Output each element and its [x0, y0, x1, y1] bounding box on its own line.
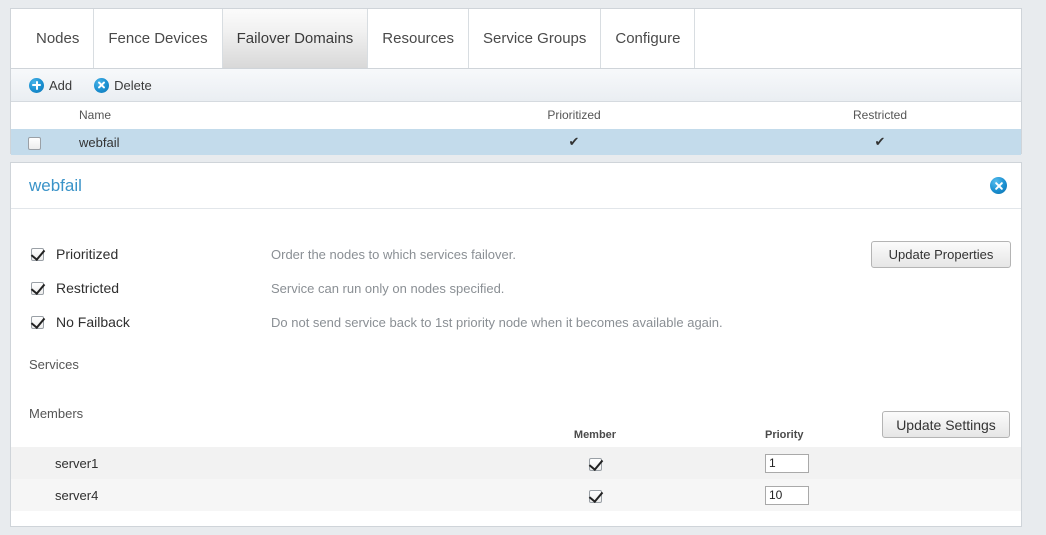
prioritized-description: Order the nodes to which services failov…: [271, 246, 516, 262]
failover-domains-list-panel: Add Delete Name Prioritized Restricted w…: [10, 68, 1022, 155]
header-select: [11, 102, 57, 129]
tab-service-groups[interactable]: Service Groups: [469, 9, 602, 68]
members-header-member: Member: [573, 429, 617, 441]
update-properties-button[interactable]: Update Properties: [871, 241, 1011, 268]
close-circle-icon[interactable]: [990, 177, 1007, 194]
tab-fence-devices[interactable]: Fence Devices: [94, 9, 223, 68]
member-priority-cell[interactable]: [755, 479, 915, 511]
header-restricted: Restricted: [739, 102, 1021, 129]
detail-title: webfail: [29, 175, 82, 195]
option-row-restricted: Restricted Service can run only on nodes…: [11, 271, 1021, 305]
delete-button[interactable]: Delete: [94, 77, 152, 93]
tab-bar-panel: Nodes Fence Devices Failover Domains Res…: [10, 8, 1022, 68]
restricted-checkbox[interactable]: [31, 281, 44, 295]
tab-configure[interactable]: Configure: [601, 9, 696, 68]
failover-domains-table: Name Prioritized Restricted webfail ✔ ✔: [11, 102, 1021, 155]
priority-input[interactable]: [765, 453, 809, 473]
tab-failover-domains[interactable]: Failover Domains: [222, 9, 369, 68]
table-row[interactable]: webfail ✔ ✔: [11, 129, 1021, 155]
prioritized-label: Prioritized: [56, 246, 119, 262]
row-select-cell[interactable]: [11, 129, 57, 155]
members-table-body: server1 server4: [11, 447, 1021, 511]
add-button[interactable]: Add: [29, 77, 73, 93]
no-failback-label: No Failback: [56, 314, 130, 330]
list-toolbar: Add Delete: [11, 69, 1021, 102]
members-section: Update Settings Member Priority server1: [11, 411, 1021, 511]
row-name: webfail: [57, 129, 409, 155]
header-name: Name: [57, 102, 409, 129]
restricted-label: Restricted: [56, 280, 120, 296]
no-failback-checkbox[interactable]: [31, 315, 44, 329]
failover-domain-detail-panel: webfail Prioritized Order the nodes to w…: [10, 162, 1022, 527]
members-header-name: [11, 425, 435, 447]
table-header-row: Name Prioritized Restricted: [11, 102, 1021, 129]
row-prioritized-check: ✔: [409, 129, 739, 155]
members-header-row: Member Priority: [11, 425, 1021, 447]
table-body: webfail ✔ ✔: [11, 129, 1021, 155]
members-table-head: Member Priority: [11, 425, 1021, 447]
members-table: Member Priority server1 1 server4 10: [11, 425, 1021, 511]
add-button-label: Add: [49, 77, 73, 93]
member-checkbox[interactable]: [588, 489, 602, 503]
table-row: server4: [11, 479, 1021, 511]
tab-label: Nodes: [36, 30, 80, 47]
member-name: server4: [11, 479, 435, 511]
priority-input[interactable]: [765, 485, 809, 505]
services-label: Services: [29, 357, 79, 372]
table-head: Name Prioritized Restricted: [11, 102, 1021, 129]
update-settings-button[interactable]: Update Settings: [882, 411, 1010, 438]
option-row-no-failback: No Failback Do not send service back to …: [11, 305, 1021, 339]
members-label: Members: [29, 406, 84, 421]
tab-resources[interactable]: Resources: [368, 9, 469, 68]
row-restricted-check: ✔: [739, 129, 1021, 155]
member-spacer-cell: [915, 447, 1021, 479]
member-name: server1: [11, 447, 435, 479]
member-spacer-cell: [915, 479, 1021, 511]
page-root: Nodes Fence Devices Failover Domains Res…: [0, 0, 1046, 535]
detail-header: webfail: [11, 163, 1021, 209]
domain-options: Prioritized Order the nodes to which ser…: [11, 209, 1021, 339]
member-priority-cell[interactable]: [755, 447, 915, 479]
option-row-prioritized: Prioritized Order the nodes to which ser…: [11, 237, 1021, 271]
tab-label: Fence Devices: [108, 30, 208, 47]
restricted-description: Service can run only on nodes specified.: [271, 280, 505, 296]
member-checkbox-cell[interactable]: [435, 447, 755, 479]
no-failback-description: Do not send service back to 1st priority…: [271, 314, 723, 330]
header-prioritized: Prioritized: [409, 102, 739, 129]
tab-label: Resources: [382, 30, 454, 47]
prioritized-checkbox[interactable]: [31, 247, 44, 261]
table-row: server1: [11, 447, 1021, 479]
delete-circle-icon: [94, 77, 110, 93]
delete-button-label: Delete: [114, 77, 152, 93]
add-circle-icon: [29, 77, 44, 93]
member-checkbox-cell[interactable]: [435, 479, 755, 511]
tab-nodes[interactable]: Nodes: [22, 9, 95, 68]
row-checkbox[interactable]: [27, 136, 41, 150]
tab-bar: Nodes Fence Devices Failover Domains Res…: [11, 9, 1021, 68]
member-checkbox[interactable]: [588, 457, 602, 471]
tab-label: Service Groups: [483, 30, 587, 47]
tab-label: Configure: [615, 30, 681, 47]
tab-label: Failover Domains: [236, 30, 354, 47]
